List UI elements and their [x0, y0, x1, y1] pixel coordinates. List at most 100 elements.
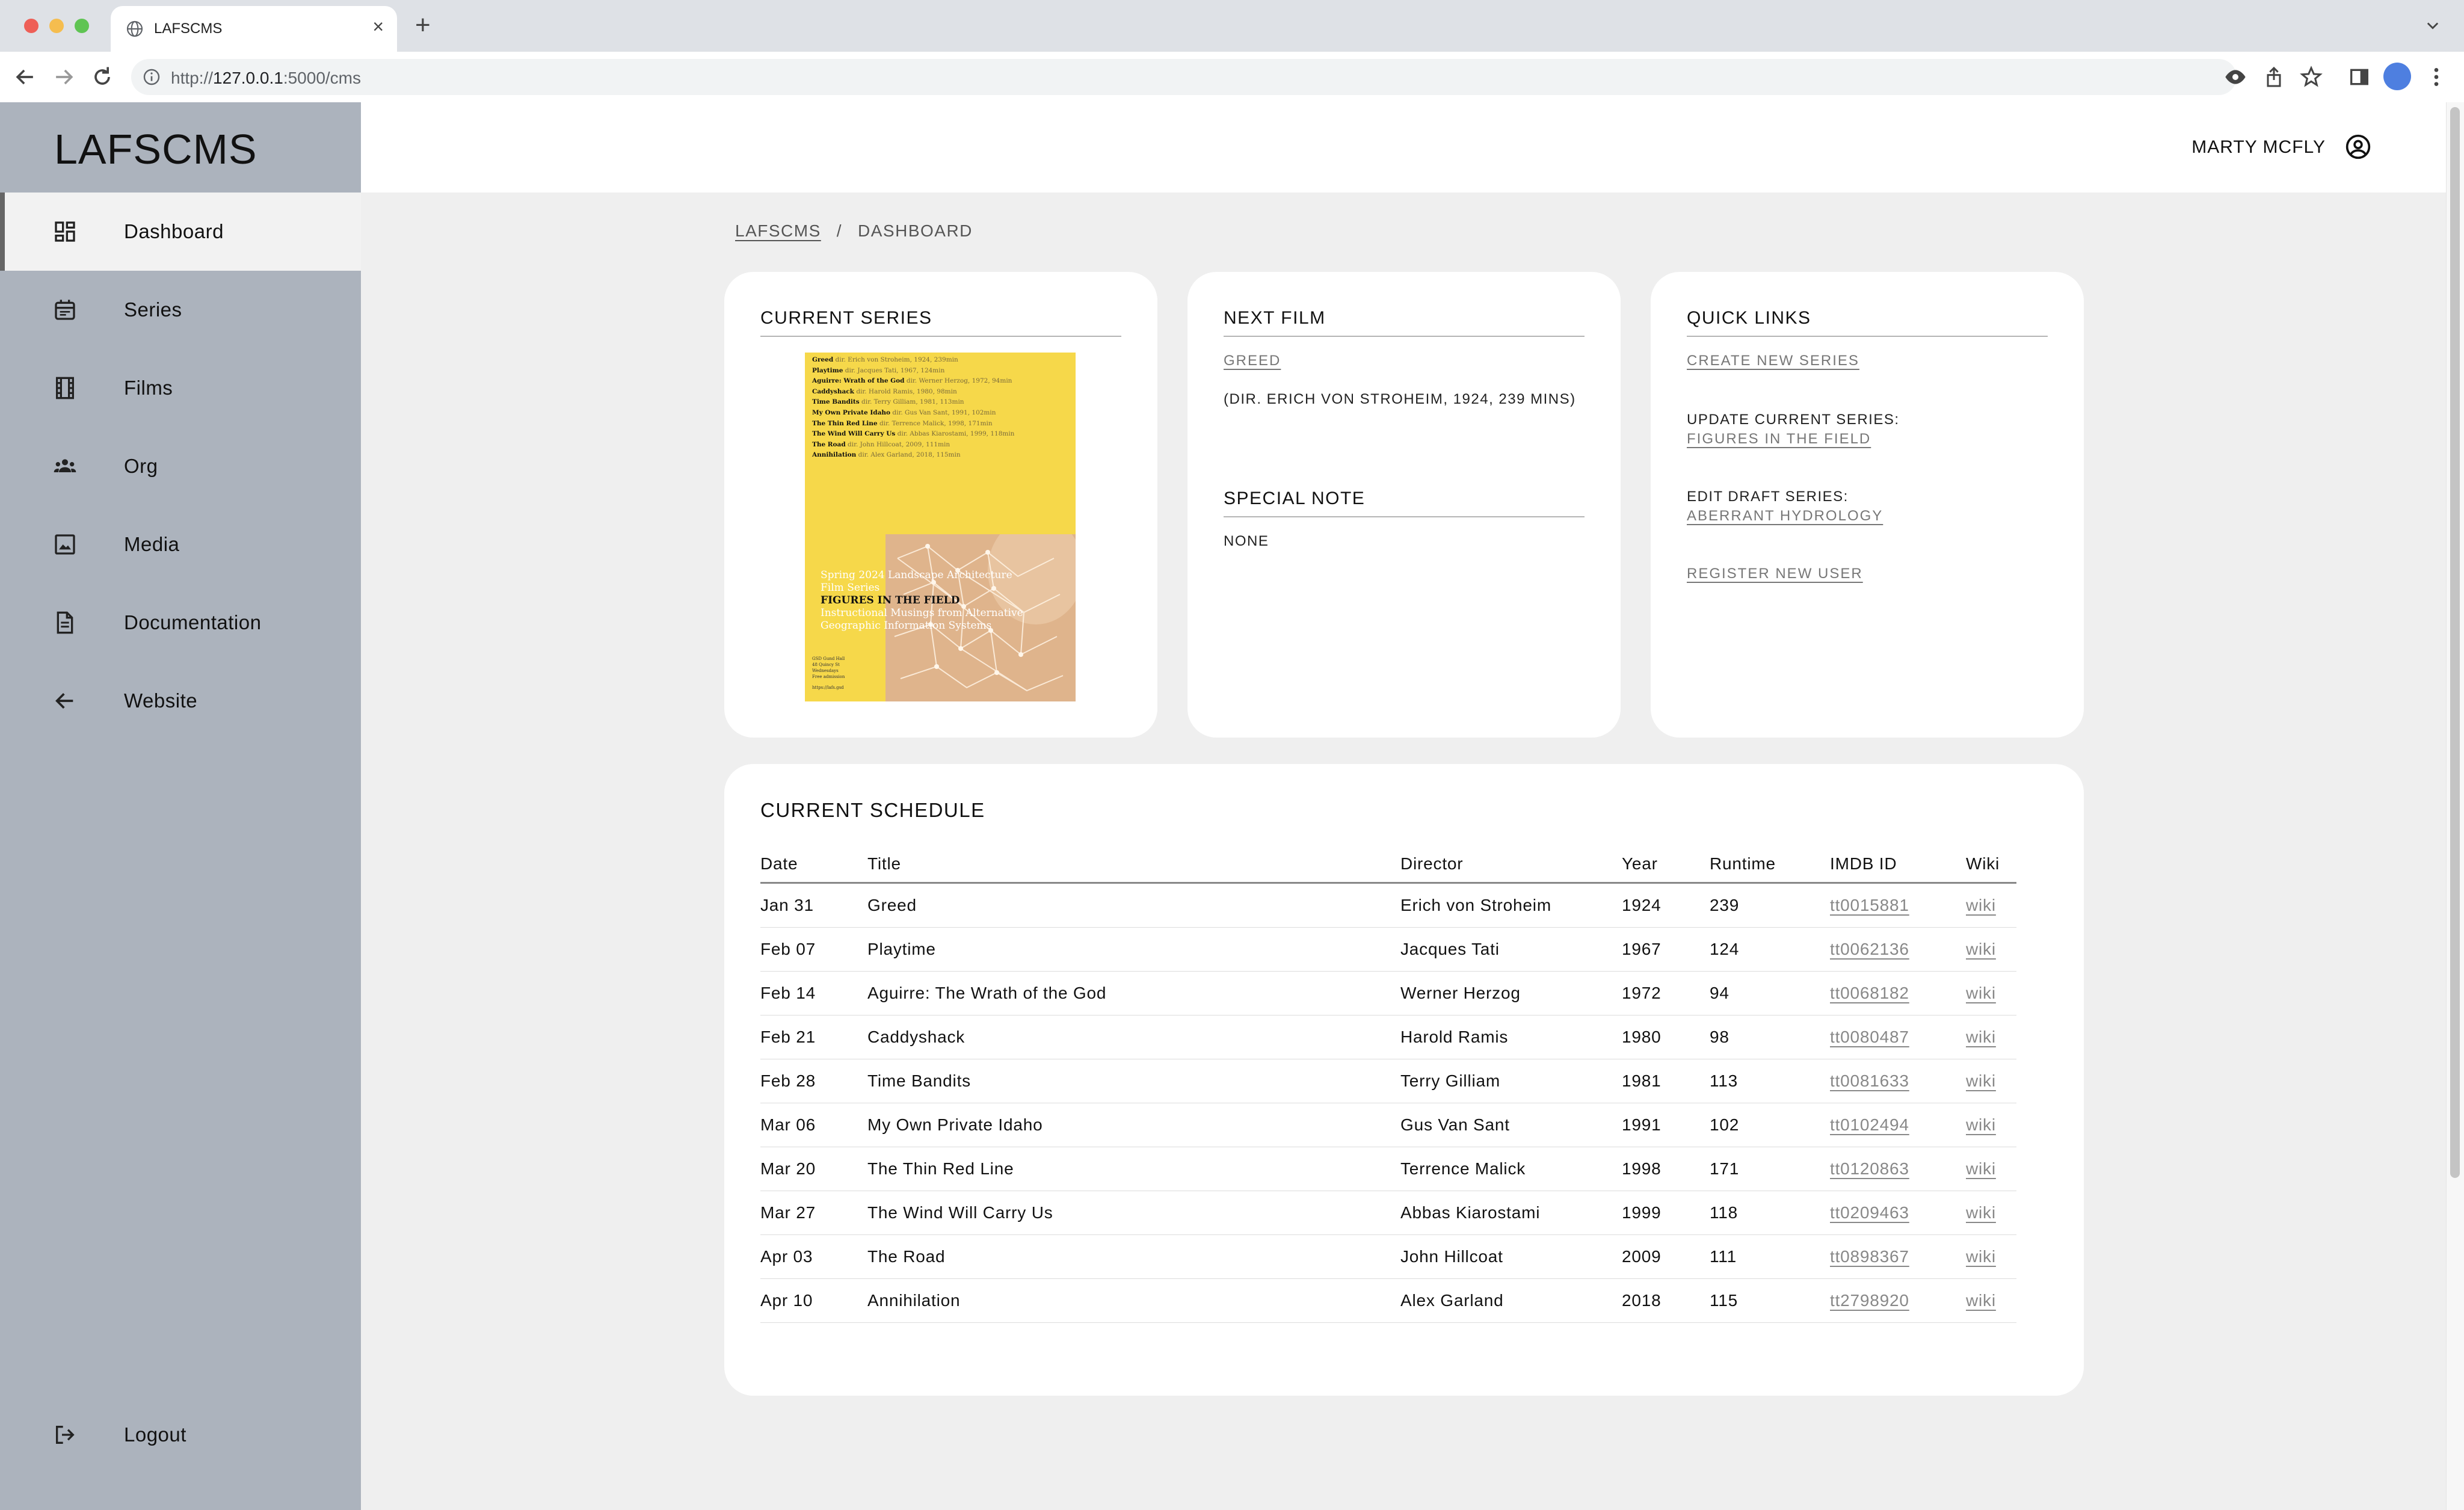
cell-title: Time Bandits — [867, 1059, 1400, 1103]
cell-runtime: 115 — [1710, 1278, 1830, 1323]
sidebar-item-label: Series — [124, 298, 182, 321]
wiki-link[interactable]: wiki — [1966, 896, 1996, 914]
sidebar: LAFSCMS Dashboard Series Films Org Media… — [0, 102, 361, 1510]
more-vert-icon[interactable] — [2424, 65, 2448, 89]
tab-title: LAFSCMS — [154, 20, 223, 37]
wiki-link[interactable]: wiki — [1966, 1028, 1996, 1046]
imdb-link[interactable]: tt2798920 — [1830, 1291, 1909, 1310]
imdb-link[interactable]: tt0080487 — [1830, 1028, 1909, 1046]
page-scrollbar[interactable] — [2446, 102, 2464, 1510]
minimize-window-button[interactable] — [49, 19, 64, 33]
brand[interactable]: LAFSCMS — [0, 102, 361, 193]
wiki-link[interactable]: wiki — [1966, 1203, 1996, 1222]
cell-date: Mar 27 — [760, 1191, 867, 1235]
cell-year: 1980 — [1622, 1015, 1710, 1059]
cell-year: 1924 — [1622, 883, 1710, 928]
url-text: http://127.0.0.1:5000/cms — [171, 69, 361, 87]
imdb-link[interactable]: tt0898367 — [1830, 1247, 1909, 1266]
sidebar-item-logout[interactable]: Logout — [0, 1396, 361, 1474]
imdb-link[interactable]: tt0209463 — [1830, 1203, 1909, 1222]
cell-date: Feb 21 — [760, 1015, 867, 1059]
cell-title: Caddyshack — [867, 1015, 1400, 1059]
wiki-link[interactable]: wiki — [1966, 1159, 1996, 1178]
breadcrumb-root-link[interactable]: LAFSCMS — [735, 221, 821, 240]
next-film-link[interactable]: GREED — [1224, 353, 1281, 369]
side-panel-icon[interactable] — [2347, 65, 2371, 89]
close-tab-icon[interactable]: × — [372, 17, 384, 36]
column-header-director[interactable]: Director — [1400, 854, 1622, 884]
imdb-link[interactable]: tt0102494 — [1830, 1115, 1909, 1134]
imdb-link[interactable]: tt0081633 — [1830, 1071, 1909, 1090]
cell-year: 1999 — [1622, 1191, 1710, 1235]
wiki-link[interactable]: wiki — [1966, 1071, 1996, 1090]
poster-footer: GSD Gund Hall 48 Quincy St Wednesdays Fr… — [812, 656, 845, 690]
forward-arrow-icon[interactable] — [51, 64, 77, 90]
cell-title: Greed — [867, 883, 1400, 928]
sidebar-item-label: Films — [124, 377, 173, 399]
card-title: QUICK LINKS — [1687, 308, 2048, 337]
wiki-link[interactable]: wiki — [1966, 940, 1996, 958]
poster-film-line: Aguirre: Wrath of the God dir. Werner He… — [812, 377, 1012, 385]
sidebar-item-dashboard[interactable]: Dashboard — [0, 193, 361, 271]
sidebar-item-media[interactable]: Media — [0, 505, 361, 584]
wiki-link[interactable]: wiki — [1966, 1115, 1996, 1134]
eye-icon[interactable] — [2223, 65, 2247, 89]
card-title: NEXT FILM — [1224, 308, 1585, 337]
column-header-wiki[interactable]: Wiki — [1966, 854, 2016, 884]
top-bar: MARTY MCFLY — [361, 102, 2446, 193]
column-header-imdb[interactable]: IMDB ID — [1830, 854, 1966, 884]
user-account-icon[interactable] — [2345, 134, 2371, 160]
column-header-year[interactable]: Year — [1622, 854, 1710, 884]
register-new-user-link[interactable]: REGISTER NEW USER — [1687, 565, 1863, 582]
poster-headline: Spring 2024 Landscape Architecture Film … — [821, 569, 1023, 632]
column-header-runtime[interactable]: Runtime — [1710, 854, 1830, 884]
current-series-card: CURRENT SERIES Greed dir. Erich von Stro… — [724, 272, 1157, 738]
table-row: Feb 21 Caddyshack Harold Ramis 1980 98 t… — [760, 1015, 2016, 1059]
column-header-date[interactable]: Date — [760, 854, 867, 884]
poster-film-line: Time Bandits dir. Terry Gilliam, 1981, 1… — [812, 398, 964, 406]
back-arrow-icon[interactable] — [12, 64, 38, 90]
poster-film-line: The Thin Red Line dir. Terrence Malick, … — [812, 419, 993, 427]
draft-series-link[interactable]: ABERRANT HYDROLOGY — [1687, 508, 1883, 525]
sidebar-item-films[interactable]: Films — [0, 349, 361, 427]
series-poster[interactable]: Greed dir. Erich von Stroheim, 1924, 239… — [805, 353, 1076, 701]
scrollbar-thumb[interactable] — [2450, 107, 2460, 1178]
column-header-title[interactable]: Title — [867, 854, 1400, 884]
reload-icon[interactable] — [89, 64, 116, 90]
create-new-series-link[interactable]: CREATE NEW SERIES — [1687, 353, 1859, 369]
sidebar-item-org[interactable]: Org — [0, 427, 361, 505]
poster-film-line: Caddyshack dir. Harold Ramis, 1980, 98mi… — [812, 387, 957, 395]
wiki-link[interactable]: wiki — [1966, 984, 1996, 1002]
table-row: Feb 14 Aguirre: The Wrath of the God Wer… — [760, 971, 2016, 1015]
site-info-icon[interactable] — [142, 67, 161, 87]
sidebar-item-documentation[interactable]: Documentation — [0, 584, 361, 662]
sidebar-item-series[interactable]: Series — [0, 271, 361, 349]
calendar-icon — [55, 300, 75, 320]
user-name[interactable]: MARTY MCFLY — [2191, 137, 2326, 158]
imdb-link[interactable]: tt0068182 — [1830, 984, 1909, 1002]
new-tab-button[interactable]: + — [415, 12, 431, 39]
wiki-link[interactable]: wiki — [1966, 1291, 1996, 1310]
cell-year: 1991 — [1622, 1103, 1710, 1147]
cell-date: Mar 20 — [760, 1147, 867, 1191]
poster-film-line: The Wind Will Carry Us dir. Abbas Kiaros… — [812, 430, 1015, 438]
star-icon[interactable] — [2299, 65, 2323, 89]
imdb-link[interactable]: tt0120863 — [1830, 1159, 1909, 1178]
imdb-link[interactable]: tt0015881 — [1830, 896, 1909, 914]
zoom-window-button[interactable] — [75, 19, 89, 33]
share-icon[interactable] — [2262, 65, 2286, 89]
sidebar-item-label: Documentation — [124, 611, 262, 633]
update-series-link[interactable]: FIGURES IN THE FIELD — [1687, 431, 1871, 448]
chevron-down-icon[interactable] — [2424, 17, 2441, 34]
close-window-button[interactable] — [24, 19, 38, 33]
poster-film-line: Greed dir. Erich von Stroheim, 1924, 239… — [812, 356, 958, 363]
poster-film-line: My Own Private Idaho dir. Gus Van Sant, … — [812, 408, 996, 416]
wiki-link[interactable]: wiki — [1966, 1247, 1996, 1266]
imdb-link[interactable]: tt0062136 — [1830, 940, 1909, 958]
address-bar[interactable]: http://127.0.0.1:5000/cms — [131, 59, 2237, 95]
next-film-details: (DIR. ERICH VON STROHEIM, 1924, 239 MINS… — [1224, 391, 1576, 407]
sidebar-item-website[interactable]: Website — [0, 662, 361, 740]
table-row: Apr 03 The Road John Hillcoat 2009 111 t… — [760, 1234, 2016, 1279]
browser-tab[interactable]: LAFSCMS × — [111, 6, 397, 52]
profile-avatar[interactable] — [2383, 63, 2411, 90]
